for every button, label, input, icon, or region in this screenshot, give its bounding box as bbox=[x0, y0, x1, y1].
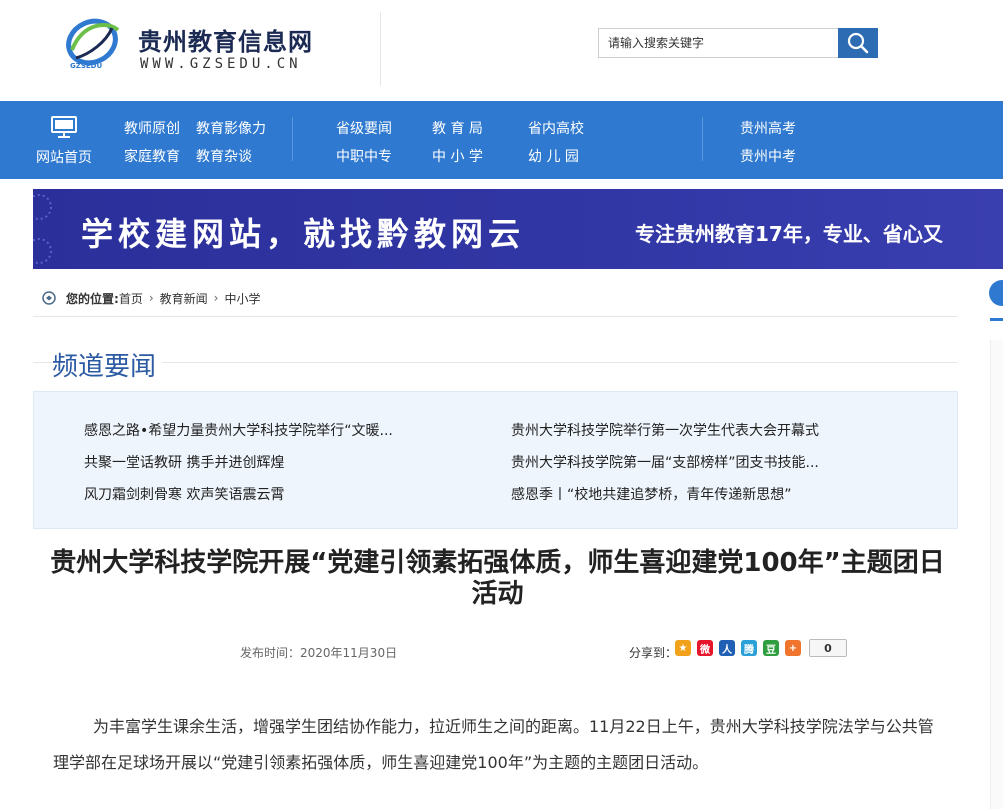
news-item[interactable]: 共聚一堂话教研 携手并进创辉煌 bbox=[84, 452, 284, 472]
tencent-weibo-share-icon[interactable]: 腾 bbox=[741, 640, 757, 656]
channel-divider bbox=[33, 362, 957, 363]
nav-separator bbox=[702, 117, 703, 161]
share-toolbar: ★ 微人腾豆 +0 bbox=[675, 639, 847, 657]
monitor-icon bbox=[51, 116, 77, 138]
header-divider bbox=[380, 12, 381, 86]
nav-vocational[interactable]: 中职中专 bbox=[336, 146, 392, 166]
logo-text: GZSEDU bbox=[70, 62, 102, 70]
share-label: 分享到： bbox=[629, 646, 678, 660]
breadcrumb-chevron-icon: › bbox=[148, 291, 154, 305]
nav-kindergarten[interactable]: 幼 儿 园 bbox=[528, 146, 579, 166]
nav-zhongkao[interactable]: 贵州中考 bbox=[740, 146, 796, 166]
search-icon bbox=[847, 32, 869, 54]
site-url: WWW.GZSEDU.CN bbox=[140, 56, 302, 72]
banner-subline: 专注贵州教育17年，专业、省心又 bbox=[635, 222, 943, 246]
nav-education-talk[interactable]: 教育杂谈 bbox=[196, 146, 252, 166]
article-body: 为丰富学生课余生活，增强学生团结协作能力，拉近师生之间的距离。11月22日上午，… bbox=[53, 717, 934, 772]
site-header: GZSEDU 贵州教育信息网 WWW.GZSEDU.CN bbox=[0, 0, 1003, 101]
nav-separator bbox=[292, 117, 293, 161]
news-item[interactable]: 贵州大学科技学院第一届“支部榜样”团支书技能... bbox=[511, 452, 819, 472]
nav-gaokao[interactable]: 贵州高考 bbox=[740, 118, 796, 138]
share-count-badge: 0 bbox=[809, 639, 847, 657]
banner-dots-decoration bbox=[33, 194, 52, 264]
main-nav: 网站首页 教师原创 教育影像力 家庭教育 教育杂谈 省级要闻 教 育 局 省内高… bbox=[0, 101, 1003, 179]
gzsedu-logo-icon[interactable]: GZSEDU bbox=[66, 14, 122, 70]
nav-family-education[interactable]: 家庭教育 bbox=[124, 146, 180, 166]
search-input[interactable] bbox=[598, 28, 838, 58]
more-share-icon[interactable]: + bbox=[785, 640, 801, 656]
nav-primary-secondary[interactable]: 中 小 学 bbox=[432, 146, 483, 166]
nav-provincial-news[interactable]: 省级要闻 bbox=[336, 118, 392, 138]
location-icon bbox=[42, 291, 56, 305]
renren-share-icon[interactable]: 人 bbox=[719, 640, 735, 656]
breadcrumb-primary-secondary[interactable]: 中小学 bbox=[224, 290, 260, 307]
nav-teacher-original[interactable]: 教师原创 bbox=[124, 118, 180, 138]
nav-home-label: 网站首页 bbox=[36, 150, 92, 166]
sidebar-accent bbox=[990, 318, 1003, 338]
breadcrumb-divider bbox=[33, 316, 957, 317]
sidebar-edge bbox=[990, 340, 1003, 809]
qzone-share-icon[interactable]: ★ bbox=[675, 640, 691, 656]
douban-share-icon[interactable]: 豆 bbox=[763, 640, 779, 656]
nav-education-bureau[interactable]: 教 育 局 bbox=[432, 118, 483, 138]
news-item[interactable]: 贵州大学科技学院举行第一次学生代表大会开幕式 bbox=[511, 420, 819, 440]
banner-headline: 学校建网站，就找黔教网云 bbox=[81, 215, 526, 253]
weibo-share-icon[interactable]: 微 bbox=[697, 640, 713, 656]
breadcrumb-education-news[interactable]: 教育新闻 bbox=[160, 290, 208, 307]
breadcrumb-prefix: 您的位置: bbox=[66, 291, 119, 306]
nav-home[interactable]: 网站首页 bbox=[30, 115, 98, 167]
nav-education-image[interactable]: 教育影像力 bbox=[196, 118, 266, 138]
sidebar-toggle-button[interactable] bbox=[989, 280, 1003, 306]
search-button[interactable] bbox=[838, 28, 878, 58]
channel-title: 频道要闻 bbox=[52, 346, 163, 383]
news-item[interactable]: 风刀霜剑刺骨寒 欢声笑语震云霄 bbox=[84, 484, 284, 504]
article-title: 贵州大学科技学院开展“党建引领素拓强体质，师生喜迎建党100年”主题团日活动 bbox=[50, 548, 945, 609]
ad-banner[interactable]: 学校建网站，就找黔教网云 专注贵州教育17年，专业、省心又 bbox=[33, 189, 1003, 269]
breadcrumb-chevron-icon: › bbox=[213, 291, 219, 305]
breadcrumb: 您的位置: 首页 › 教育新闻 › 中小学 bbox=[42, 289, 260, 307]
nav-universities[interactable]: 省内高校 bbox=[528, 118, 584, 138]
site-title[interactable]: 贵州教育信息网 bbox=[138, 22, 313, 57]
article-publish-date: 发布时间：2020年11月30日 bbox=[240, 646, 398, 660]
channel-news-box: 感恩之路•希望力量贵州大学科技学院举行“文暖... 贵州大学科技学院举行第一次学… bbox=[33, 391, 958, 529]
news-item[interactable]: 感恩季丨“校地共建追梦桥，青年传递新思想” bbox=[511, 484, 792, 504]
breadcrumb-home[interactable]: 首页 bbox=[119, 290, 143, 307]
news-item[interactable]: 感恩之路•希望力量贵州大学科技学院举行“文暖... bbox=[84, 420, 393, 440]
